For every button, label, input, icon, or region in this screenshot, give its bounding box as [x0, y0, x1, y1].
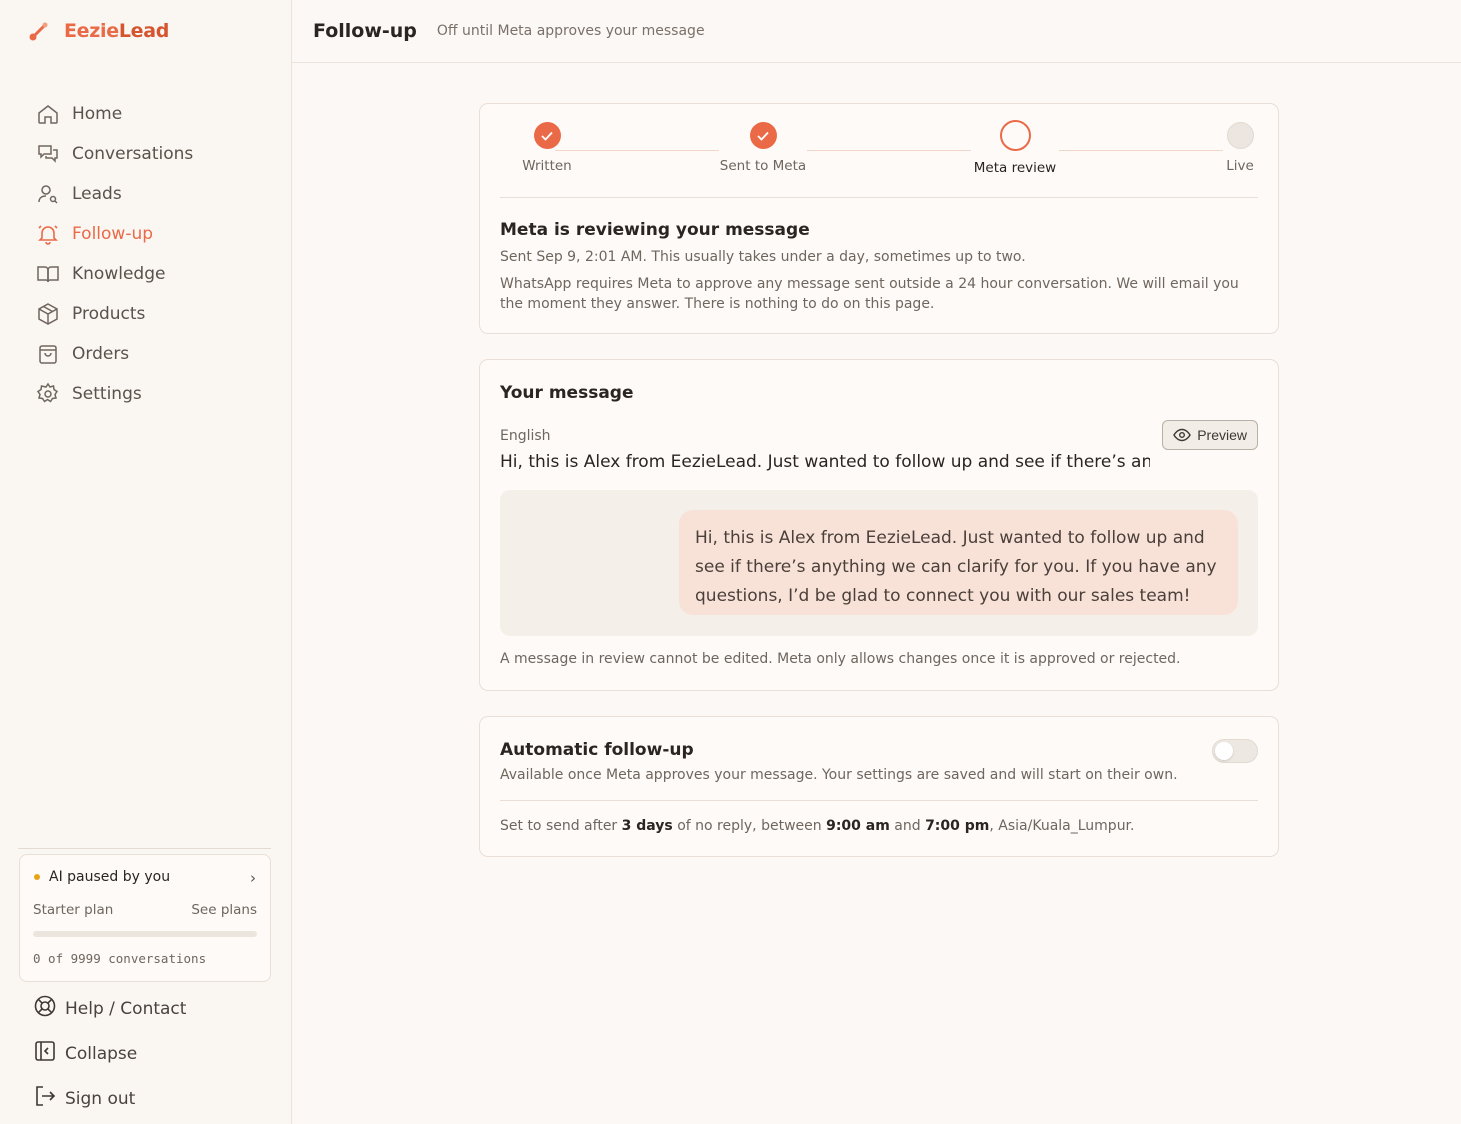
user-search-icon — [34, 182, 62, 206]
auto-followup-toggle[interactable] — [1212, 739, 1258, 763]
brand-name: EezieLead — [64, 20, 170, 42]
shopping-bag-icon — [34, 342, 62, 366]
review-sent-info: Sent Sep 9, 2:01 AM. This usually takes … — [500, 249, 1026, 265]
divider — [500, 800, 1258, 801]
check-icon — [749, 122, 777, 149]
collapse-button[interactable]: Collapse — [33, 1031, 273, 1076]
divider — [500, 197, 1258, 198]
sign-out-button[interactable]: Sign out — [33, 1076, 273, 1121]
step-label: Sent to Meta — [719, 158, 807, 174]
message-language: English — [500, 428, 551, 444]
schedule-end-time: 7:00 pm — [925, 818, 990, 834]
status-dot — [34, 874, 40, 880]
page-title: Follow-up — [313, 20, 417, 42]
page-subtitle: Off until Meta approves your message — [436, 23, 705, 39]
review-description: WhatsApp requires Meta to approve any me… — [500, 276, 1239, 312]
step-connector — [807, 150, 971, 151]
step-written: Written — [487, 122, 607, 174]
nav-item-follow-up[interactable]: Follow-up — [34, 214, 274, 254]
schedule-timezone: , Asia/Kuala_Lumpur. — [989, 818, 1135, 834]
auto-followup-card: Automatic follow-up Available once Meta … — [479, 716, 1279, 857]
nav-label: Knowledge — [72, 264, 166, 284]
ai-status[interactable]: AI paused by you › — [34, 869, 256, 887]
review-title: Meta is reviewing your message — [500, 220, 810, 240]
nav-item-orders[interactable]: Orders — [34, 334, 274, 374]
chat-bubbles-icon — [34, 142, 62, 166]
nav-label: Products — [72, 304, 146, 324]
nav-label: Home — [72, 104, 123, 124]
nav-label: Leads — [72, 184, 122, 204]
sign-out-icon — [33, 1084, 57, 1113]
usage-progress-bar — [33, 931, 257, 937]
message-bubble: Hi, this is Alex from EezieLead. Just wa… — [679, 510, 1238, 615]
nav-item-products[interactable]: Products — [34, 294, 274, 334]
divider — [18, 848, 271, 849]
toggle-knob — [1215, 742, 1233, 760]
lifebuoy-icon — [33, 994, 57, 1023]
gear-icon — [34, 382, 62, 406]
auto-followup-subtitle: Available once Meta approves your messag… — [500, 767, 1178, 783]
nav-item-settings[interactable]: Settings — [34, 374, 274, 414]
eye-icon — [1173, 428, 1192, 442]
nav-item-leads[interactable]: Leads — [34, 174, 274, 214]
preview-label: Preview — [1197, 427, 1247, 443]
message-summary: Hi, this is Alex from EezieLead. Just wa… — [500, 452, 1150, 472]
schedule-start-time: 9:00 am — [826, 818, 890, 834]
main-nav: Home Conversations Leads Follow-up Knowl… — [34, 94, 274, 414]
review-status-card: Written Sent to Meta Meta review Live Me… — [479, 103, 1279, 334]
step-label: Live — [1226, 158, 1254, 174]
message-card: Your message English Preview Hi, this is… — [479, 359, 1279, 691]
usage-text: 0 of 9999 conversations — [33, 951, 207, 966]
plan-name: Starter plan — [33, 902, 114, 918]
step-label: Written — [522, 158, 572, 174]
collapse-label: Collapse — [65, 1043, 138, 1064]
plan-card[interactable]: AI paused by you › Starter plan See plan… — [19, 854, 271, 982]
nav-label: Orders — [72, 344, 130, 364]
logo-icon — [29, 22, 48, 41]
ai-status-label: AI paused by you — [49, 869, 171, 885]
pending-step-circle — [1226, 122, 1254, 149]
package-icon — [34, 302, 62, 326]
step-label: Meta review — [973, 160, 1057, 176]
bell-ring-icon — [34, 222, 62, 246]
nav-label: Follow-up — [72, 224, 154, 244]
chevron-right-icon: › — [250, 869, 256, 887]
current-step-ring — [999, 120, 1031, 151]
bottom-nav: Help / Contact Collapse Sign out — [33, 986, 273, 1121]
auto-followup-title: Automatic follow-up — [500, 740, 694, 760]
sign-out-label: Sign out — [65, 1088, 136, 1109]
check-icon — [533, 122, 561, 149]
step-sent-to-meta: Sent to Meta — [703, 122, 823, 174]
help-label: Help / Contact — [65, 998, 187, 1019]
schedule-summary: Set to send after 3 days of no reply, be… — [500, 818, 1135, 834]
home-icon — [34, 102, 62, 126]
book-open-icon — [34, 262, 62, 286]
brand-logo[interactable]: EezieLead — [28, 20, 169, 42]
nav-item-knowledge[interactable]: Knowledge — [34, 254, 274, 294]
see-plans-link[interactable]: See plans — [191, 902, 257, 918]
page-header: Follow-up Off until Meta approves your m… — [292, 0, 1461, 63]
step-live: Live — [1180, 122, 1300, 174]
plan-row: Starter plan See plans — [33, 902, 257, 918]
chat-preview-area: Hi, this is Alex from EezieLead. Just wa… — [500, 490, 1258, 636]
message-edit-note: A message in review cannot be edited. Me… — [500, 651, 1181, 667]
help-contact-button[interactable]: Help / Contact — [33, 986, 273, 1031]
collapse-sidebar-icon — [33, 1039, 57, 1068]
progress-stepper: Written Sent to Meta Meta review Live — [500, 120, 1258, 182]
message-title: Your message — [500, 383, 634, 403]
step-meta-review: Meta review — [955, 120, 1075, 176]
nav-item-conversations[interactable]: Conversations — [34, 134, 274, 174]
nav-label: Settings — [72, 384, 142, 404]
schedule-delay: 3 days — [621, 818, 673, 834]
nav-item-home[interactable]: Home — [34, 94, 274, 134]
nav-label: Conversations — [72, 144, 194, 164]
preview-button[interactable]: Preview — [1162, 420, 1258, 450]
sidebar: EezieLead Home Conversations Leads Follo… — [0, 0, 292, 1124]
